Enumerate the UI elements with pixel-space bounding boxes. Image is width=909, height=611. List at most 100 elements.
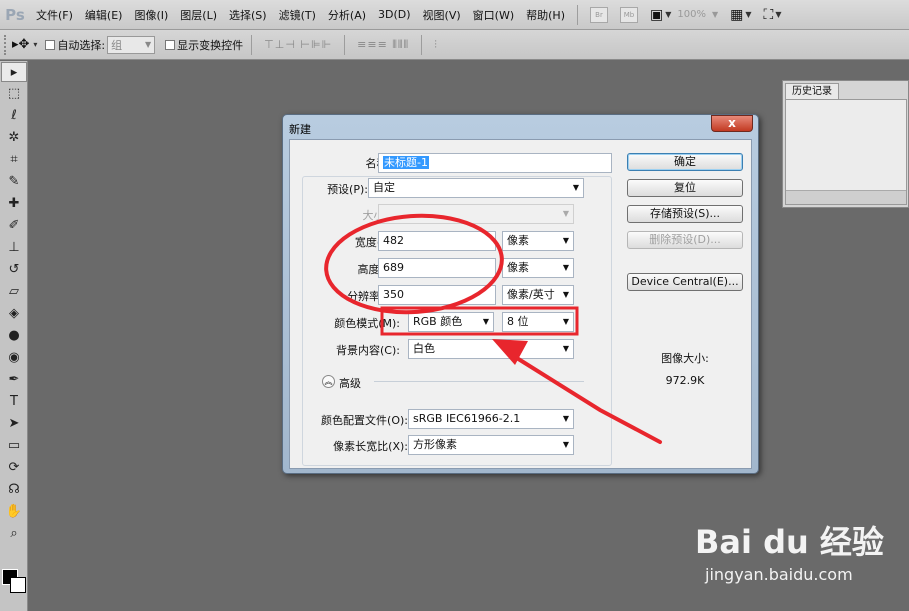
zoom-tool-icon[interactable]: ⌕ bbox=[1, 524, 27, 544]
shape-tool-icon[interactable]: ▭ bbox=[1, 436, 27, 456]
chevron-down-icon[interactable]: ▼ bbox=[745, 10, 751, 19]
background-label: 背景内容(C): bbox=[336, 344, 400, 357]
bit-depth-select[interactable]: 8 位 ▼ bbox=[502, 312, 574, 332]
color-profile-value: sRGB IEC61966-2.1 bbox=[413, 412, 521, 425]
auto-align-icon[interactable]: ⫶ bbox=[428, 38, 444, 52]
menu-3d[interactable]: 3D(D) bbox=[372, 8, 417, 21]
paint-bucket-icon[interactable]: ◈ bbox=[1, 304, 27, 324]
show-transform-checkbox[interactable] bbox=[165, 39, 176, 50]
pixel-aspect-value: 方形像素 bbox=[413, 438, 457, 451]
path-select-icon[interactable]: ➤ bbox=[1, 414, 27, 434]
marquee-tool-icon[interactable]: ⬚ bbox=[1, 84, 27, 104]
advanced-divider bbox=[374, 381, 584, 382]
device-central-button[interactable]: Device Central(E)... bbox=[627, 273, 743, 291]
pixel-aspect-label: 像素长宽比(X): bbox=[333, 440, 408, 453]
options-bar: ▸✥ ▾ 自动选择: 组 ▼ 显示变换控件 ⊤⊥⊣ ⊢⊫⊩ ≡≡≡ ⫴⫴⫴ ⫶ bbox=[0, 30, 909, 60]
brush-tool-icon[interactable]: ✐ bbox=[1, 216, 27, 236]
zoom-level[interactable]: 100% bbox=[671, 9, 712, 20]
menu-select[interactable]: 选择(S) bbox=[223, 7, 273, 23]
height-unit-select[interactable]: 像素 ▼ bbox=[502, 258, 574, 278]
arrange-documents-icon[interactable]: ▦ bbox=[730, 7, 743, 23]
chevron-up-icon[interactable]: ︽ bbox=[322, 375, 335, 388]
menu-layer[interactable]: 图层(L) bbox=[174, 7, 223, 23]
eyedropper-icon[interactable]: ✎ bbox=[1, 172, 27, 192]
menu-filter[interactable]: 滤镜(T) bbox=[273, 7, 322, 23]
history-list[interactable] bbox=[785, 99, 907, 205]
menu-help[interactable]: 帮助(H) bbox=[520, 7, 571, 23]
pen-tool-icon[interactable]: ✒ bbox=[1, 370, 27, 390]
chevron-down-icon[interactable]: ▾ bbox=[33, 40, 37, 49]
name-input[interactable]: 未标题-1 bbox=[378, 153, 612, 173]
bridge-icon[interactable]: Br bbox=[589, 6, 608, 23]
image-size-value: 972.9K bbox=[665, 374, 705, 387]
auto-select-value: 组 bbox=[111, 38, 123, 52]
3d-orbit-icon[interactable]: ☊ bbox=[1, 480, 27, 500]
dialog-body: 名称(N): 未标题-1 预设(P): 自定 ▼ 大小(I): ▼ 宽度(W):… bbox=[289, 139, 752, 469]
menu-file[interactable]: 文件(F) bbox=[30, 7, 79, 23]
type-tool-icon[interactable]: T bbox=[1, 392, 27, 412]
close-button[interactable]: x bbox=[711, 115, 753, 132]
background-color[interactable] bbox=[10, 577, 26, 593]
healing-brush-icon[interactable]: ✚ bbox=[1, 194, 27, 214]
auto-select-checkbox[interactable] bbox=[45, 39, 56, 50]
options-separator bbox=[251, 34, 253, 55]
mini-bridge-icon[interactable]: Mb bbox=[619, 6, 638, 23]
chevron-down-icon[interactable]: ▼ bbox=[775, 10, 781, 19]
move-tool-icon[interactable]: ▸ bbox=[1, 62, 27, 82]
advanced-label[interactable]: 高级 bbox=[339, 375, 361, 391]
dialog-title: 新建 bbox=[289, 123, 311, 136]
move-tool-icon[interactable]: ▸✥ bbox=[12, 37, 29, 52]
menu-edit[interactable]: 编辑(E) bbox=[79, 7, 129, 23]
pixel-aspect-select[interactable]: 方形像素 ▼ bbox=[408, 435, 574, 455]
screen-mode-icon[interactable]: ▣ bbox=[650, 7, 663, 23]
image-size-label: 图像大小: bbox=[661, 352, 709, 365]
lasso-tool-icon[interactable]: ℓ bbox=[1, 106, 27, 126]
hand-tool-icon[interactable]: ✋ bbox=[1, 502, 27, 522]
auto-select-label: 自动选择: bbox=[57, 38, 106, 52]
3d-rotate-icon[interactable]: ⟳ bbox=[1, 458, 27, 478]
height-input[interactable]: 689 bbox=[378, 258, 496, 278]
preset-value: 自定 bbox=[373, 181, 395, 194]
baidu-watermark: Bai du 经验 jingyan.baidu.com bbox=[695, 517, 905, 607]
color-profile-select[interactable]: sRGB IEC61966-2.1 ▼ bbox=[408, 409, 574, 429]
ok-button[interactable]: 确定 bbox=[627, 153, 743, 171]
color-swatches[interactable] bbox=[2, 569, 26, 609]
resolution-input[interactable]: 350 bbox=[378, 285, 496, 305]
color-mode-select[interactable]: RGB 颜色 ▼ bbox=[408, 312, 494, 332]
delete-preset-button: 删除预设(D)... bbox=[627, 231, 743, 249]
width-unit-select[interactable]: 像素 ▼ bbox=[502, 231, 574, 251]
eraser-icon[interactable]: ▱ bbox=[1, 282, 27, 302]
menu-analysis[interactable]: 分析(A) bbox=[322, 7, 372, 23]
history-tab[interactable]: 历史记录 bbox=[785, 83, 839, 99]
color-mode-value: RGB 颜色 bbox=[413, 315, 463, 328]
chevron-down-icon: ▼ bbox=[562, 344, 569, 353]
distribute-icons[interactable]: ≡≡≡ ⫴⫴⫴ bbox=[351, 38, 415, 52]
chevron-down-icon[interactable]: ▼ bbox=[712, 10, 718, 19]
preset-select[interactable]: 自定 ▼ bbox=[368, 178, 584, 198]
chevron-down-icon: ▼ bbox=[562, 414, 569, 423]
history-brush-icon[interactable]: ↺ bbox=[1, 260, 27, 280]
grip-handle[interactable] bbox=[4, 34, 8, 55]
resolution-unit-value: 像素/英寸 bbox=[507, 288, 555, 301]
resolution-unit-select[interactable]: 像素/英寸 ▼ bbox=[502, 285, 574, 305]
menu-view[interactable]: 视图(V) bbox=[417, 7, 467, 23]
color-mode-label: 颜色模式(M): bbox=[334, 317, 400, 330]
crop-tool-icon[interactable]: ⌗ bbox=[1, 150, 27, 170]
menu-image[interactable]: 图像(I) bbox=[128, 7, 174, 23]
save-preset-button[interactable]: 存储预设(S)... bbox=[627, 205, 743, 223]
preset-label: 预设(P): bbox=[327, 183, 368, 196]
align-icons[interactable]: ⊤⊥⊣ ⊢⊫⊩ bbox=[258, 38, 338, 51]
menu-bar: Ps 文件(F) 编辑(E) 图像(I) 图层(L) 选择(S) 滤镜(T) 分… bbox=[0, 0, 909, 30]
blur-tool-icon[interactable]: ● bbox=[1, 326, 27, 346]
magic-wand-icon[interactable]: ✲ bbox=[1, 128, 27, 148]
screen-layout-icon[interactable]: ⛶ bbox=[764, 7, 774, 23]
reset-button[interactable]: 复位 bbox=[627, 179, 743, 197]
width-input[interactable]: 482 bbox=[378, 231, 496, 251]
auto-select-dropdown[interactable]: 组 ▼ bbox=[107, 35, 156, 54]
menu-window[interactable]: 窗口(W) bbox=[467, 7, 520, 23]
show-transform-label: 显示变换控件 bbox=[177, 38, 244, 52]
background-select[interactable]: 白色 ▼ bbox=[408, 339, 574, 359]
dodge-tool-icon[interactable]: ◉ bbox=[1, 348, 27, 368]
watermark-logo: Bai du 经验 bbox=[695, 523, 884, 561]
clone-stamp-icon[interactable]: ⊥ bbox=[1, 238, 27, 258]
